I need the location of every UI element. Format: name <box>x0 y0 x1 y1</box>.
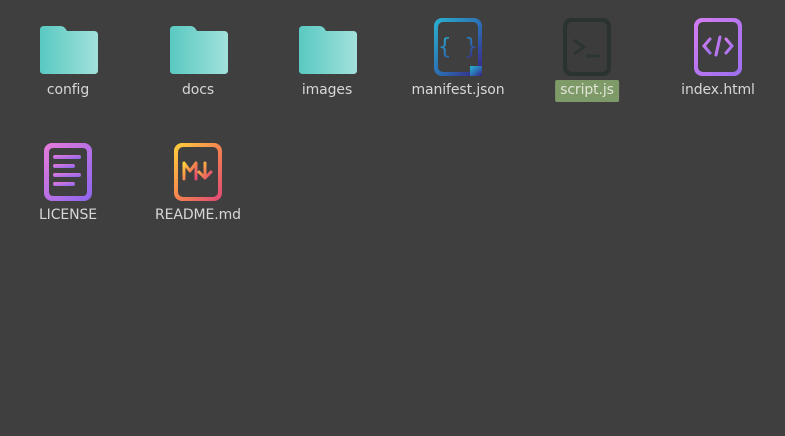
desktop: config docs images {} manifest.json scr… <box>0 0 785 436</box>
file-label: config <box>46 82 90 98</box>
json-file-icon: { } <box>426 16 490 80</box>
markdown-file-icon <box>166 141 230 205</box>
folder-images[interactable]: images <box>272 4 382 114</box>
file-manifest-json[interactable]: { } manifest.json <box>403 4 513 114</box>
folder-docs[interactable]: docs <box>143 4 253 114</box>
file-label: index.html <box>681 82 755 98</box>
file-label: README.md <box>155 207 241 223</box>
folder-icon <box>295 16 359 80</box>
file-readme-md[interactable]: README.md <box>143 129 253 239</box>
file-label: images <box>301 82 353 98</box>
file-index-html[interactable]: index.html <box>663 4 773 114</box>
file-script-js[interactable]: script.js <box>532 4 642 114</box>
file-license[interactable]: LICENSE <box>13 129 123 239</box>
svg-text:{ }: { } <box>438 35 478 60</box>
file-label: LICENSE <box>38 207 98 223</box>
file-label-selected: script.js <box>555 80 619 102</box>
script-file-icon <box>555 16 619 80</box>
file-label: docs <box>181 82 215 98</box>
folder-icon <box>36 16 100 80</box>
file-label: manifest.json <box>411 82 505 98</box>
license-file-icon <box>36 141 100 205</box>
folder-config[interactable]: config <box>13 4 123 114</box>
folder-icon <box>166 16 230 80</box>
html-file-icon <box>686 16 750 80</box>
